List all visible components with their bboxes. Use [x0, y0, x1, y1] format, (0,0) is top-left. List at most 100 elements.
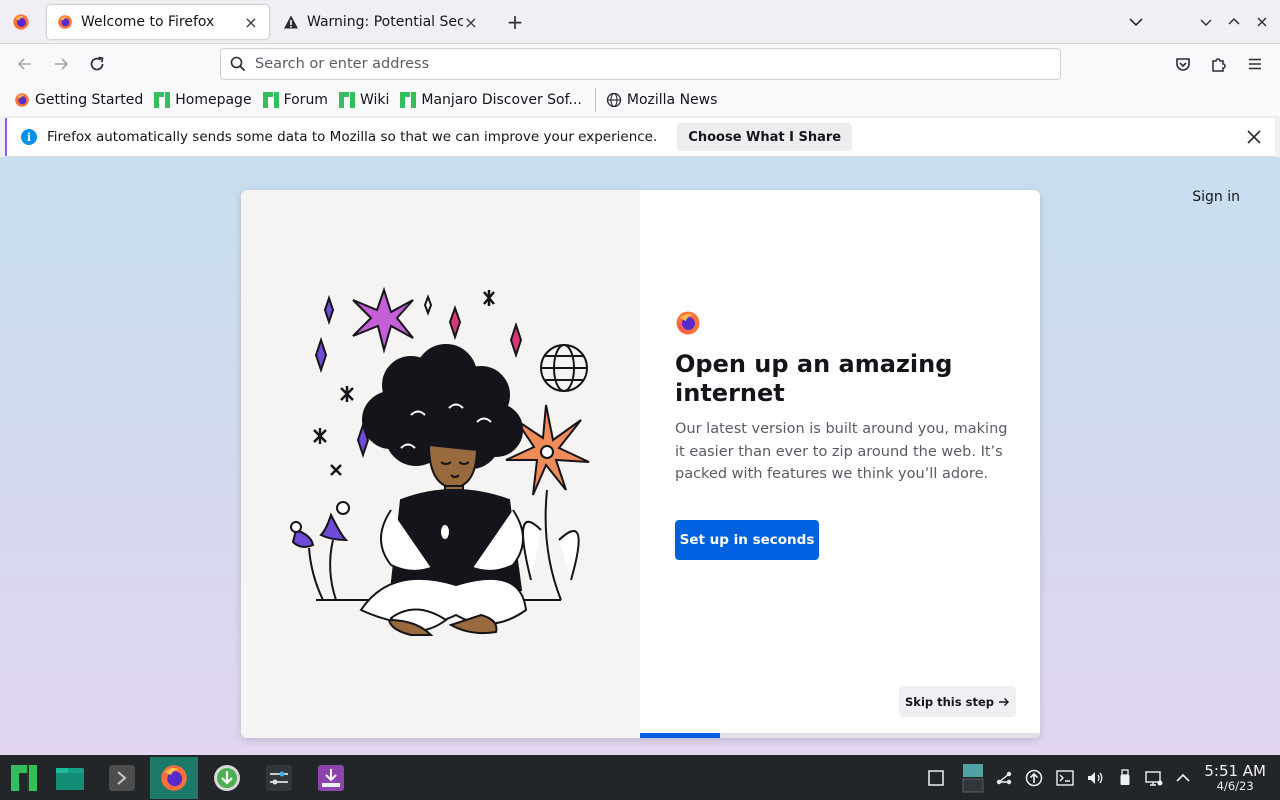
page-heading: Open up an amazing internet [675, 350, 953, 407]
clock-date: 4/6/23 [1216, 779, 1254, 793]
network-icon [1145, 771, 1163, 786]
file-manager-icon [56, 768, 84, 790]
close-icon[interactable] [1245, 128, 1263, 146]
reload-button[interactable] [85, 52, 109, 76]
tray-volume[interactable] [1085, 768, 1105, 788]
tray-network[interactable] [1144, 768, 1164, 788]
forward-button[interactable] [49, 52, 73, 76]
expand-tray-button[interactable] [1173, 768, 1193, 788]
onboarding-progress [640, 733, 1040, 738]
network-share-icon [996, 771, 1012, 785]
bookmark-label: Mozilla News [626, 92, 718, 108]
save-to-pocket-button[interactable] [1171, 52, 1195, 76]
tray-usb[interactable] [1115, 768, 1135, 788]
firefox-icon [161, 765, 187, 791]
firefox-logo-icon [676, 311, 700, 335]
taskbar-file-manager[interactable] [46, 757, 94, 799]
illustration-panel [241, 190, 640, 738]
manjaro-icon [154, 92, 171, 108]
close-tab-button[interactable]: × [243, 13, 259, 32]
digital-clock[interactable]: 5:51 AM 4/6/23 [1204, 763, 1266, 793]
onboarding-copy: Open up an amazing internet Our latest v… [675, 310, 1015, 560]
bookmark-homepage[interactable]: Homepage [150, 87, 255, 113]
back-button[interactable] [13, 52, 37, 76]
app-menu-button[interactable] [1243, 52, 1267, 76]
navigation-toolbar [0, 44, 1280, 84]
close-window-button[interactable] [1252, 12, 1272, 32]
skip-step-label: Skip this step [905, 694, 994, 709]
welcome-page: Sign in Open up an amazing internet Our … [0, 157, 1280, 755]
progress-fill [640, 733, 720, 738]
installer-icon [318, 765, 344, 791]
manjaro-menu-icon [11, 765, 37, 791]
chevron-up-icon [1176, 773, 1190, 782]
bookmark-getting-started[interactable]: Getting Started [10, 87, 147, 113]
minimize-button[interactable] [1196, 12, 1216, 32]
pager-icon [962, 764, 984, 793]
bookmark-separator [594, 88, 596, 112]
maximize-button[interactable] [1224, 12, 1244, 32]
taskbar-firefox[interactable] [150, 757, 198, 799]
tray-updates[interactable] [1024, 768, 1044, 788]
taskbar-terminal[interactable] [98, 757, 146, 799]
address-bar[interactable] [220, 48, 1061, 80]
onboarding-card: Open up an amazing internet Our latest v… [241, 190, 1040, 738]
taskbar-downloader[interactable] [203, 757, 251, 799]
search-input[interactable] [255, 56, 1035, 72]
globe-icon [606, 92, 622, 108]
taskbar-system-settings[interactable] [255, 757, 303, 799]
terminal-icon [109, 765, 135, 791]
firefox-icon [13, 13, 29, 30]
volume-icon [1088, 772, 1103, 784]
firefox-view-button[interactable] [0, 0, 42, 44]
manjaro-icon [338, 92, 355, 108]
notification-text: Firefox automatically sends some data to… [47, 129, 658, 145]
tab-strip: Welcome to Firefox × Warning: Potential … [0, 0, 1280, 44]
virtual-desktop-pager[interactable] [962, 762, 984, 794]
show-desktop-button[interactable] [926, 768, 946, 788]
downloader-icon [214, 765, 240, 791]
tab-security-warning[interactable]: Warning: Potential Security Risk Ahead × [273, 5, 489, 39]
firefox-icon [15, 93, 29, 107]
bookmark-mozilla-news[interactable]: Mozilla News [602, 87, 722, 113]
tray-console[interactable] [1055, 768, 1075, 788]
updates-icon [1025, 769, 1043, 787]
set-up-button[interactable]: Set up in seconds [675, 519, 819, 560]
close-tab-button[interactable]: × [463, 13, 479, 32]
skip-step-button[interactable]: Skip this step [899, 686, 1016, 717]
close-icon [1257, 17, 1267, 27]
bookmark-label: Forum [283, 92, 328, 108]
tray-network-share[interactable] [994, 768, 1014, 788]
usb-icon [1120, 769, 1130, 785]
choose-what-i-share-button[interactable]: Choose What I Share [677, 123, 853, 151]
new-tab-button[interactable]: + [503, 10, 527, 34]
bookmark-manjaro-discover[interactable]: Manjaro Discover Sof... [396, 87, 586, 113]
page-description: Our latest version is built around you, … [675, 421, 1008, 482]
chevron-up-icon [1228, 18, 1240, 25]
bookmark-forum[interactable]: Forum [259, 87, 332, 113]
arrow-right-icon [998, 697, 1009, 706]
system-settings-icon [266, 765, 292, 791]
chevron-down-icon [1129, 18, 1143, 27]
application-launcher[interactable] [0, 757, 48, 799]
bookmark-label: Wiki [359, 92, 390, 108]
tab-welcome[interactable]: Welcome to Firefox × [47, 5, 269, 39]
system-taskbar: 5:51 AM 4/6/23 [0, 755, 1280, 800]
manjaro-icon [400, 92, 417, 108]
list-all-tabs-button[interactable] [1125, 11, 1147, 33]
info-icon: i [21, 129, 37, 145]
tab-label: Warning: Potential Security Risk Ahead [307, 14, 463, 30]
bookmark-wiki[interactable]: Wiki [335, 87, 393, 113]
sign-in-link[interactable]: Sign in [1192, 189, 1240, 205]
console-icon [1056, 770, 1074, 786]
bookmark-label: Getting Started [35, 92, 144, 108]
data-collection-notification: i Firefox automatically sends some data … [5, 118, 1275, 156]
manjaro-icon [262, 92, 279, 108]
taskbar-installer[interactable] [307, 757, 355, 799]
back-arrow-icon [17, 58, 31, 70]
tab-label: Welcome to Firefox [81, 14, 215, 30]
firefox-icon [58, 15, 72, 29]
bookmark-label: Homepage [175, 92, 252, 108]
extensions-button[interactable] [1207, 52, 1231, 76]
person-with-laptop-illustration [290, 286, 590, 636]
